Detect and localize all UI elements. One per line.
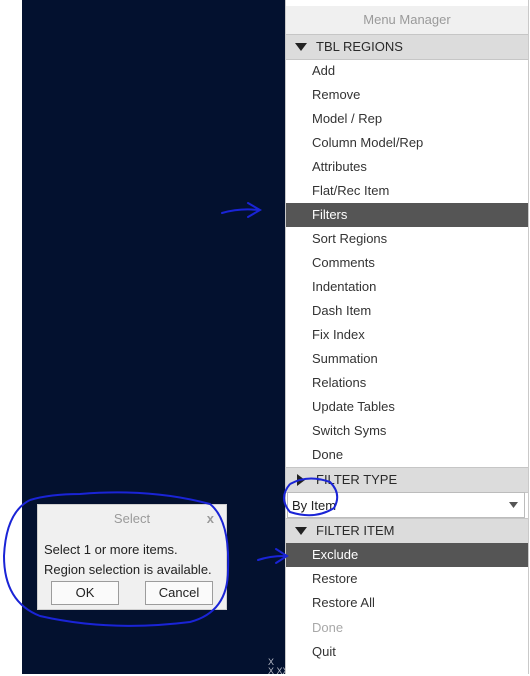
- dialog-message-line-1: Select 1 or more items.: [44, 542, 178, 557]
- menu-manager-title: Menu Manager: [286, 6, 528, 35]
- triangle-right-icon: [294, 468, 308, 492]
- menu-item-remove[interactable]: Remove: [286, 83, 528, 107]
- menu-item-exclude[interactable]: Exclude: [286, 543, 528, 567]
- menu-item-indentation[interactable]: Indentation: [286, 275, 528, 299]
- ok-button[interactable]: OK: [51, 581, 119, 605]
- menu-item-flat-rec-item[interactable]: Flat/Rec Item: [286, 179, 528, 203]
- section-label: FILTER TYPE: [316, 472, 398, 487]
- menu-item-comments[interactable]: Comments: [286, 251, 528, 275]
- section-header-filter-type[interactable]: FILTER TYPE: [286, 467, 528, 493]
- dialog-message-line-2: Region selection is available.: [44, 562, 212, 577]
- menu-item-sort-regions[interactable]: Sort Regions: [286, 227, 528, 251]
- menu-item-add[interactable]: Add: [286, 59, 528, 83]
- section-header-tbl-regions[interactable]: TBL REGIONS: [286, 34, 528, 60]
- menu-item-done[interactable]: Done: [286, 443, 528, 467]
- menu-item-relations[interactable]: Relations: [286, 371, 528, 395]
- menu-item-done-disabled: Done: [312, 620, 344, 635]
- section-header-filter-item[interactable]: FILTER ITEM: [286, 518, 528, 544]
- filter-type-dropdown[interactable]: By Item: [287, 492, 525, 518]
- dialog-title: Select: [113, 511, 151, 526]
- menu-item-attributes[interactable]: Attributes: [286, 155, 528, 179]
- menu-manager-panel: Menu Manager TBL REGIONS Add Remove Mode…: [285, 0, 529, 674]
- menu-item-restore[interactable]: Restore: [286, 567, 528, 591]
- close-icon[interactable]: x: [207, 511, 214, 526]
- section-label: TBL REGIONS: [316, 39, 403, 54]
- select-dialog: Select x Select 1 or more items. Region …: [37, 504, 227, 610]
- menu-item-switch-syms[interactable]: Switch Syms: [286, 419, 528, 443]
- menu-item-fix-index[interactable]: Fix Index: [286, 323, 528, 347]
- chevron-down-icon: [509, 493, 518, 517]
- menu-item-quit[interactable]: Quit: [286, 640, 528, 664]
- menu-item-summation[interactable]: Summation: [286, 347, 528, 371]
- menu-item-restore-all[interactable]: Restore All: [286, 591, 528, 615]
- menu-item-update-tables[interactable]: Update Tables: [286, 395, 528, 419]
- cancel-button[interactable]: Cancel: [145, 581, 213, 605]
- menu-item-column-model-rep[interactable]: Column Model/Rep: [286, 131, 528, 155]
- filter-type-value: By Item: [292, 498, 337, 513]
- menu-item-filters[interactable]: Filters: [286, 203, 528, 227]
- triangle-down-icon: [294, 35, 308, 59]
- menu-item-model-rep[interactable]: Model / Rep: [286, 107, 528, 131]
- section-label: FILTER ITEM: [316, 523, 395, 538]
- triangle-down-icon: [294, 519, 308, 543]
- menu-item-dash-item[interactable]: Dash Item: [286, 299, 528, 323]
